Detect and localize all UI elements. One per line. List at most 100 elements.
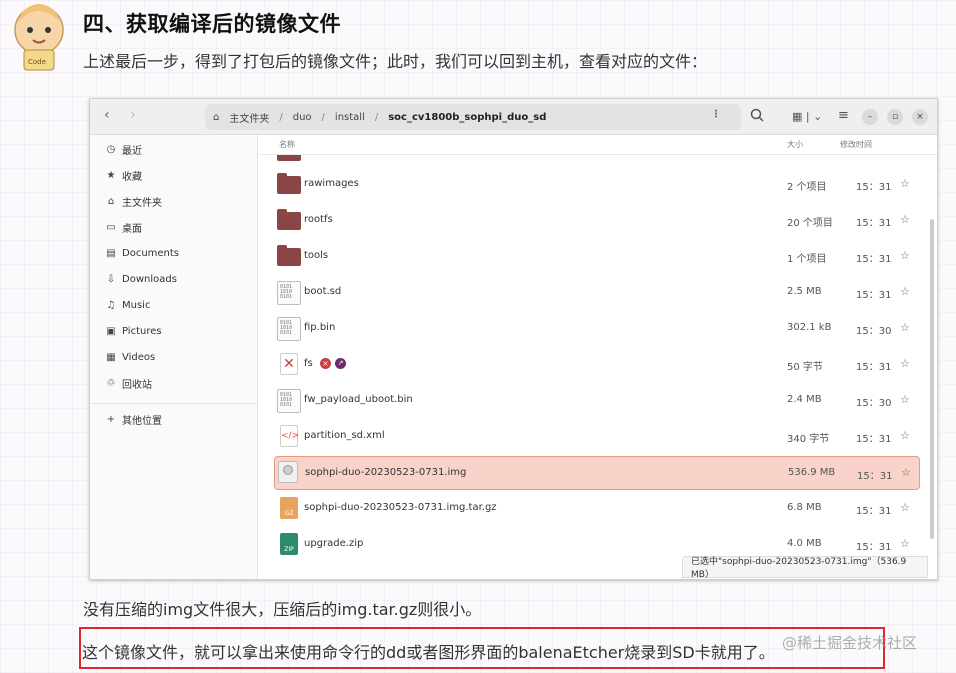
file-name: partition_sd.xml — [304, 430, 385, 441]
view-toggle-icon[interactable]: ▦ | ⌄ — [792, 110, 822, 123]
path-segment-duo[interactable]: duo — [293, 112, 312, 123]
star-icon[interactable]: ☆ — [900, 321, 910, 334]
sidebar-item-desktop[interactable]: ▭ 桌面 — [104, 219, 142, 235]
forward-button[interactable]: › — [130, 107, 136, 123]
star-icon[interactable]: ☆ — [900, 357, 910, 370]
column-header-modified[interactable]: 修改时间 — [840, 139, 872, 150]
file-size: 4.0 MB — [787, 538, 822, 549]
file-size: 2.5 MB — [787, 286, 822, 297]
selection-status: 已选中"sophpi-duo-20230523-0731.img"（536.9 … — [682, 556, 928, 579]
path-segment-current[interactable]: soc_cv1800b_sophpi_duo_sd — [388, 112, 546, 123]
file-modified: 15：31 — [856, 434, 892, 445]
file-modified: 15：31 — [856, 218, 892, 229]
more-options-icon[interactable]: ⋮ — [711, 109, 721, 120]
sidebar-divider — [90, 403, 258, 404]
site-watermark: @稀土掘金技术社区 — [782, 634, 918, 652]
sidebar-item-trash[interactable]: ♲ 回收站 — [104, 375, 152, 391]
sidebar-item-home[interactable]: ⌂ 主文件夹 — [104, 193, 162, 209]
back-button[interactable]: ‹ — [104, 107, 110, 123]
file-size: 2 个项目 — [787, 182, 827, 193]
maximize-button[interactable]: ▫ — [887, 109, 903, 125]
file-row[interactable]: rootfs 20 个项目 15：31 ☆ — [258, 204, 937, 238]
file-row[interactable]: GZ sophpi-duo-20230523-0731.img.tar.gz 6… — [258, 492, 937, 526]
close-button[interactable]: × — [912, 109, 928, 125]
star-icon[interactable]: ☆ — [900, 429, 910, 442]
binary-file-icon: 0101 1010 0101 — [277, 389, 301, 413]
intro-paragraph: 上述最后一步，得到了打包后的镜像文件；此时，我们可以回到主机，查看对应的文件： — [83, 52, 708, 71]
file-row[interactable]: ✕ fs × ↗ 50 字节 15：31 ☆ — [258, 348, 937, 382]
sidebar-item-label: 最近 — [122, 145, 142, 157]
sidebar-item-music[interactable]: ♫ Music — [104, 297, 151, 313]
star-icon[interactable]: ☆ — [900, 501, 910, 514]
file-row[interactable]: 0101 1010 0101 fip.bin 302.1 kB 15：30 ☆ — [258, 312, 937, 346]
star-icon[interactable]: ☆ — [901, 466, 911, 479]
file-name: fw_payload_uboot.bin — [304, 394, 413, 405]
title-bar: ‹ › ⌂ 主文件夹 / duo / install / soc_cv1800b… — [90, 99, 937, 135]
sidebar-item-pictures[interactable]: ▣ Pictures — [104, 323, 162, 339]
sidebar-item-label: Downloads — [122, 273, 177, 285]
sidebar-item-label: 回收站 — [122, 379, 152, 391]
minimize-button[interactable]: – — [862, 109, 878, 125]
sidebar-item-downloads[interactable]: ⇩ Downloads — [104, 271, 177, 287]
file-modified: 15：31 — [857, 471, 893, 482]
file-modified: 15：30 — [856, 398, 892, 409]
comparison-paragraph: 没有压缩的img文件很大，压缩后的img.tar.gz则很小。 — [83, 600, 482, 619]
file-modified: 15：30 — [856, 326, 892, 337]
menu-icon[interactable]: ≡ — [838, 108, 849, 123]
sidebar-item-recent[interactable]: ◷ 最近 — [104, 141, 142, 157]
binary-file-icon: 0101 1010 0101 — [277, 317, 301, 341]
file-size: 536.9 MB — [788, 467, 836, 478]
path-separator: / — [279, 111, 283, 123]
svg-text:Code: Code — [28, 58, 46, 66]
file-row[interactable]: 0101 1010 0101 boot.sd 2.5 MB 15：31 ☆ — [258, 276, 937, 310]
path-separator: / — [374, 111, 379, 123]
star-icon[interactable]: ☆ — [900, 249, 910, 262]
star-icon[interactable]: ☆ — [900, 177, 910, 190]
sidebar-item-label: Pictures — [122, 325, 162, 337]
sidebar-item-label: Videos — [122, 351, 156, 363]
file-row[interactable]: </> partition_sd.xml 340 字节 15：31 ☆ — [258, 420, 937, 454]
file-row[interactable]: rawimages 2 个项目 15：31 ☆ — [258, 168, 937, 202]
desktop-icon: ▭ — [106, 221, 116, 233]
file-modified: 15：31 — [856, 542, 892, 553]
column-header-name[interactable]: 名称 — [279, 139, 295, 150]
file-size: 50 字节 — [787, 362, 823, 373]
folder-icon — [277, 209, 301, 230]
section-heading: 四、获取编译后的镜像文件 — [83, 12, 341, 36]
trash-icon: ♲ — [106, 377, 116, 389]
sidebar-item-videos[interactable]: ▦ Videos — [104, 349, 155, 365]
file-size: 302.1 kB — [787, 322, 832, 333]
home-icon: ⌂ — [213, 111, 220, 123]
pictures-icon: ▣ — [106, 325, 116, 337]
path-bar[interactable]: ⌂ 主文件夹 / duo / install / soc_cv1800b_sop… — [205, 104, 741, 130]
callout-paragraph: 这个镜像文件，就可以拿出来使用命令行的dd或者图形界面的balenaEtcher… — [79, 627, 885, 669]
sidebar-item-label: Documents — [122, 247, 180, 259]
file-list-header: 名称 大小 修改时间 — [258, 135, 937, 155]
mascot-avatar-icon: Code — [14, 4, 64, 71]
sidebar-item-label: Music — [122, 299, 151, 311]
star-icon[interactable]: ☆ — [900, 213, 910, 226]
scrollbar[interactable] — [930, 219, 934, 539]
star-icon[interactable]: ☆ — [900, 285, 910, 298]
column-header-size[interactable]: 大小 — [787, 139, 803, 150]
sidebar-item-label: 其他位置 — [122, 415, 162, 427]
star-icon[interactable]: ☆ — [900, 537, 910, 550]
sidebar-item-other-locations[interactable]: + 其他位置 — [104, 411, 162, 427]
search-icon[interactable] — [750, 108, 764, 122]
file-size: 6.8 MB — [787, 502, 822, 513]
sidebar-item-label: 主文件夹 — [122, 197, 162, 209]
file-row-selected[interactable]: sophpi-duo-20230523-0731.img 536.9 MB 15… — [274, 456, 920, 490]
star-icon: ★ — [106, 169, 116, 181]
folder-icon — [277, 173, 301, 194]
symlink-badge-icon: ↗ — [335, 358, 346, 369]
file-row[interactable]: tools 1 个项目 15：31 ☆ — [258, 240, 937, 274]
binary-file-icon: 0101 1010 0101 — [277, 281, 301, 305]
path-segment-home[interactable]: 主文件夹 — [229, 110, 269, 125]
file-name: rawimages — [304, 178, 359, 189]
path-segment-install[interactable]: install — [335, 112, 365, 123]
sidebar-item-starred[interactable]: ★ 收藏 — [104, 167, 142, 183]
sidebar-item-documents[interactable]: ▤ Documents — [104, 245, 179, 261]
error-badge-icon: × — [320, 358, 331, 369]
file-row[interactable]: 0101 1010 0101 fw_payload_uboot.bin 2.4 MB… — [258, 384, 937, 418]
star-icon[interactable]: ☆ — [900, 393, 910, 406]
